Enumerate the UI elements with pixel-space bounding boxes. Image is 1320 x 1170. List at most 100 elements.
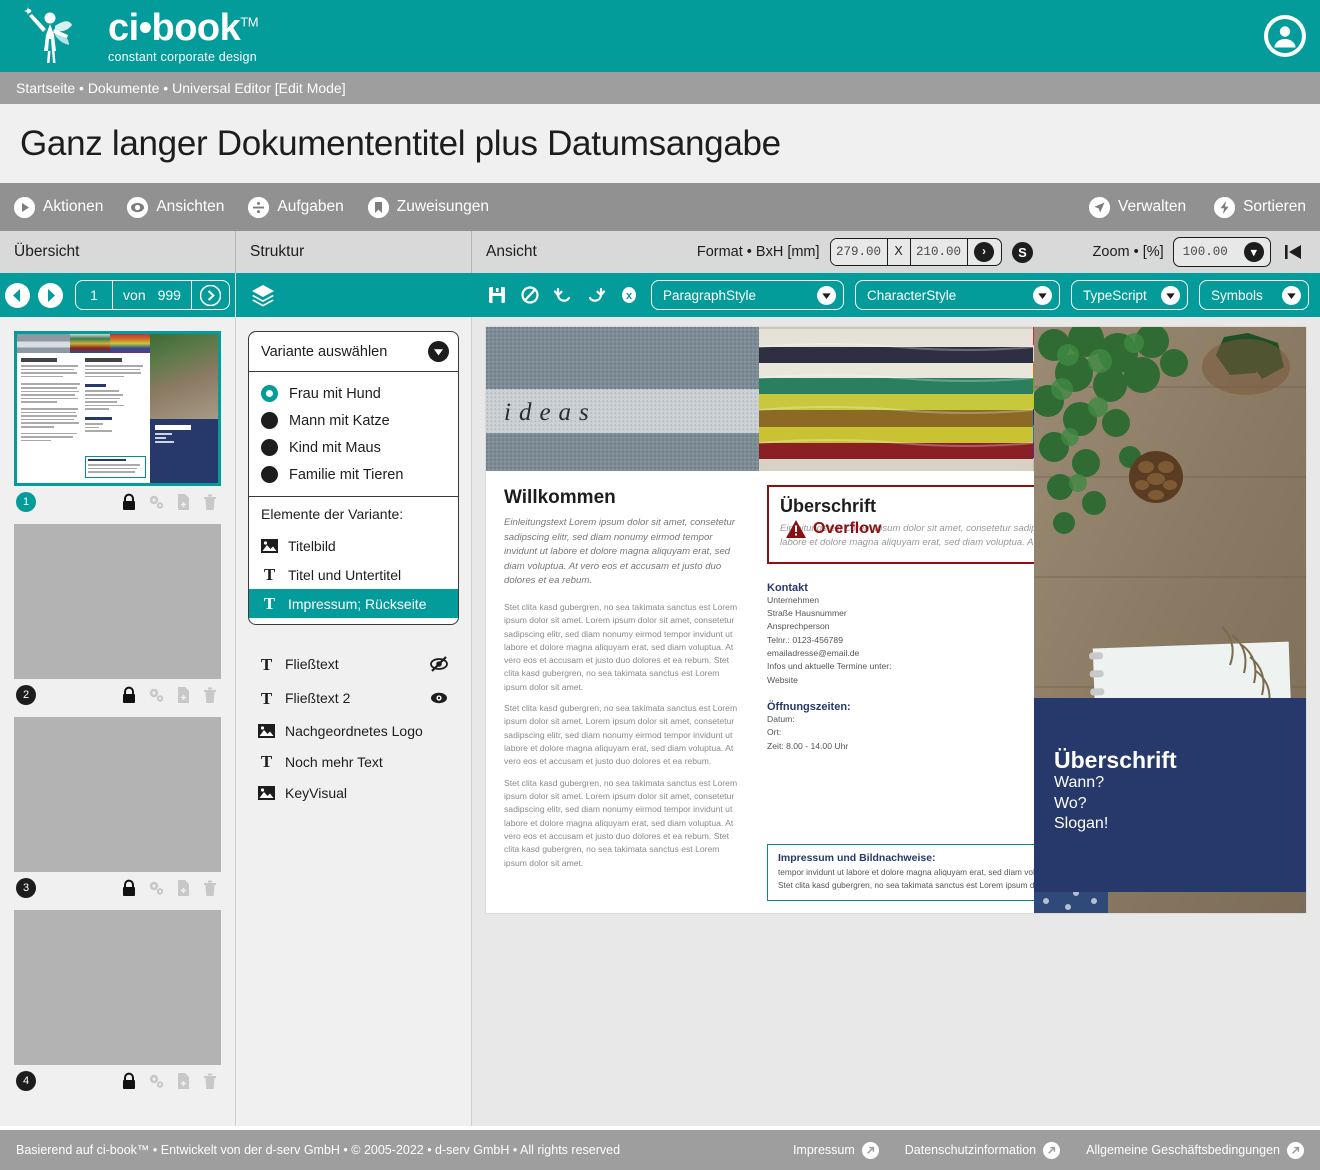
extra-element-label: Fließtext 2 — [285, 690, 351, 706]
element-label: Impressum; Rückseite — [288, 595, 427, 612]
zoom-input[interactable] — [1173, 238, 1244, 266]
extra-element-label: Nachgeordnetes Logo — [285, 722, 423, 739]
action-bar-left-group: Aktionen Ansichten Aufgaben Zuweisungen — [14, 196, 489, 218]
variant-option-mann-mit-katze[interactable]: Mann mit Katze — [249, 407, 458, 434]
chevron-down-icon — [1282, 285, 1301, 305]
eye-off-icon[interactable] — [429, 654, 449, 674]
brand-logo[interactable]: ci•bookTM constant corporate design — [0, 5, 259, 67]
page-number-input[interactable] — [76, 281, 113, 309]
save-lock-icon[interactable] — [486, 284, 508, 306]
eye-icon[interactable] — [429, 688, 449, 708]
blue-panel-line-1: Wann? — [1054, 774, 1105, 792]
gears-icon[interactable] — [147, 686, 165, 704]
character-style-select[interactable]: CharacterStyle — [855, 280, 1060, 310]
thumb-paint-image-2 — [109, 334, 150, 353]
format-width-input[interactable] — [830, 239, 887, 265]
lock-icon[interactable] — [120, 493, 138, 511]
action-sortieren[interactable]: Sortieren — [1214, 196, 1306, 218]
extra-element-keyvisual[interactable]: KeyVisual — [248, 777, 459, 808]
variant-option-frau-mit-hund[interactable]: Frau mit Hund — [249, 380, 458, 407]
file-plus-icon[interactable] — [174, 686, 192, 704]
lock-icon[interactable] — [120, 879, 138, 897]
no-style-icon[interactable] — [519, 284, 541, 306]
brand-trademark: TM — [240, 13, 259, 29]
page-thumbnail-2[interactable] — [14, 524, 221, 679]
page-go-button[interactable] — [190, 281, 229, 309]
page-thumbnail-1[interactable] — [14, 331, 221, 486]
user-avatar-button[interactable] — [1264, 15, 1306, 57]
lock-icon[interactable] — [120, 686, 138, 704]
extra-element-label: Noch mehr Text — [285, 753, 383, 770]
lock-icon[interactable] — [120, 1072, 138, 1090]
trash-icon[interactable] — [201, 1072, 219, 1090]
extra-element-nachgeordnetes-logo[interactable]: Nachgeordnetes Logo — [248, 715, 459, 746]
format-s-button[interactable]: S — [1011, 241, 1033, 263]
variant-option-familie-mit-tieren[interactable]: Familie mit Tieren — [249, 461, 458, 488]
extra-element-fliesstext[interactable]: T Fließtext — [248, 647, 459, 681]
page-thumbnail-4[interactable] — [14, 910, 221, 1065]
page-badge-4[interactable]: 4 — [16, 1070, 36, 1091]
page-next-button[interactable] — [38, 282, 64, 308]
format-height-input[interactable] — [910, 239, 967, 265]
thumbnail-block-4: 4 — [14, 910, 221, 1093]
radio-unselected-icon — [261, 466, 278, 483]
action-bar: Aktionen Ansichten Aufgaben Zuweisungen — [0, 183, 1320, 231]
page-badge-3[interactable]: 3 — [16, 877, 36, 898]
footer-link-label: Impressum — [792, 1143, 855, 1157]
action-ansichten[interactable]: Ansichten — [127, 196, 224, 218]
page-thumbnail-3[interactable] — [14, 717, 221, 872]
chevron-right-circle-icon — [199, 284, 221, 306]
thumb-images — [17, 334, 150, 353]
document-page-canvas[interactable]: ideas Willkommen Einleitungstext Lorem i… — [486, 327, 1306, 913]
variant-option-kind-mit-maus[interactable]: Kind mit Maus — [249, 434, 458, 461]
thumb-plant-image — [149, 334, 218, 419]
variant-option-label: Frau mit Hund — [289, 385, 381, 402]
gears-icon[interactable] — [147, 493, 165, 511]
footer-link-agb[interactable]: Allgemeine Geschäftsbedingungen — [1086, 1141, 1304, 1159]
undo-icon[interactable] — [552, 284, 574, 306]
thumbnail-controls-2: 2 — [14, 679, 221, 707]
trash-icon[interactable] — [201, 493, 219, 511]
element-impressum-rueckseite[interactable]: T Impressum; Rückseite — [249, 589, 458, 618]
user-avatar-icon — [1265, 16, 1305, 56]
action-aktionen[interactable]: Aktionen — [14, 196, 103, 218]
breadcrumb[interactable]: Startseite • Dokumente • Universal Edito… — [0, 72, 1320, 104]
gears-icon[interactable] — [147, 1072, 165, 1090]
format-separator: X — [886, 239, 911, 265]
page-badge-2[interactable]: 2 — [16, 684, 36, 705]
file-plus-icon[interactable] — [174, 493, 192, 511]
panel-header-uebersicht-label: Übersicht — [14, 243, 80, 260]
trash-icon[interactable] — [201, 879, 219, 897]
rewind-to-start-icon[interactable] — [1283, 242, 1303, 262]
gears-icon[interactable] — [147, 879, 165, 897]
thumb-body — [17, 353, 150, 483]
action-aufgaben[interactable]: Aufgaben — [248, 196, 344, 218]
element-titel-und-untertitel[interactable]: T Titel und Untertitel — [249, 560, 458, 589]
symbols-select[interactable]: Symbols — [1199, 280, 1309, 310]
footer-link-impressum[interactable]: Impressum — [792, 1141, 879, 1159]
svg-text:ideas: ideas — [504, 399, 597, 426]
page-prev-button[interactable] — [5, 282, 31, 308]
footer-link-datenschutzinformation[interactable]: Datenschutzinformation — [905, 1141, 1061, 1159]
layers-icon[interactable] — [250, 282, 276, 308]
trash-icon[interactable] — [201, 686, 219, 704]
file-plus-icon[interactable] — [174, 1072, 192, 1090]
typescript-select[interactable]: TypeScript — [1071, 280, 1188, 310]
action-zuweisungen[interactable]: Zuweisungen — [367, 196, 489, 218]
extra-element-fliesstext-2[interactable]: T Fließtext 2 — [248, 681, 459, 715]
page-badge-1[interactable]: 1 — [16, 491, 36, 512]
typescript-label: TypeScript — [1083, 287, 1147, 303]
element-titelbild[interactable]: Titelbild — [249, 531, 458, 560]
file-plus-icon[interactable] — [174, 879, 192, 897]
format-apply-button[interactable]: › — [966, 239, 1001, 265]
action-verwalten[interactable]: Verwalten — [1089, 196, 1186, 218]
paragraph-style-select[interactable]: ParagraphStyle — [651, 280, 844, 310]
bolt-circle-icon — [1214, 196, 1236, 218]
extra-element-noch-mehr-text[interactable]: T Noch mehr Text — [248, 746, 459, 777]
chevron-down-icon[interactable]: ▾ — [1243, 242, 1264, 262]
variant-select-header[interactable]: Variante auswählen — [249, 332, 458, 372]
document-right-column: Überschrift Wann? Wo? Slogan! — [1034, 327, 1306, 913]
close-x-icon[interactable]: x — [618, 284, 640, 306]
redo-icon[interactable] — [585, 284, 607, 306]
play-circle-icon — [14, 196, 35, 218]
